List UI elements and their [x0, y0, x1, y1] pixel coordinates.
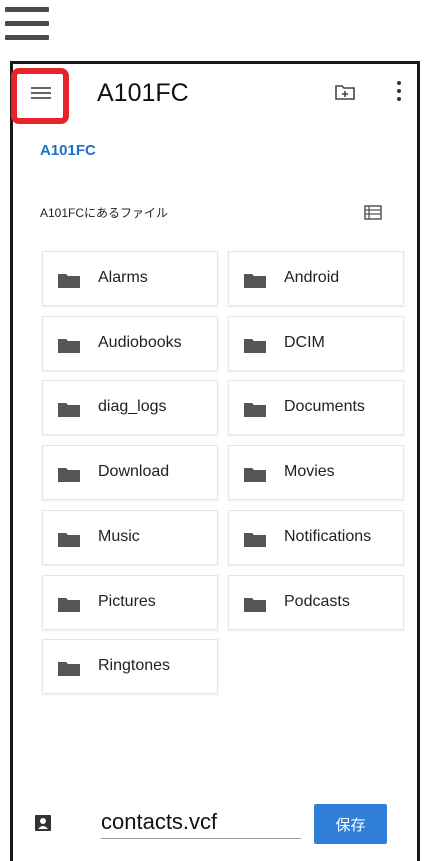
folder-icon	[58, 532, 80, 547]
folder-item[interactable]: Notifications	[228, 509, 404, 565]
folder-icon	[58, 274, 80, 288]
contact-icon	[35, 815, 51, 831]
folder-icon	[58, 338, 80, 353]
folder-label: Audiobooks	[98, 333, 182, 351]
more-vert-icon[interactable]	[396, 79, 402, 103]
folder-icon	[244, 597, 266, 612]
folder-label: Notifications	[284, 527, 372, 545]
folder-label: Documents	[284, 398, 365, 416]
folder-item[interactable]: Movies	[228, 445, 404, 501]
folder-item[interactable]: diag_logs	[42, 380, 218, 436]
folder-label: Pictures	[98, 592, 156, 610]
folder-label: Ringtones	[98, 657, 171, 675]
folder-icon	[58, 597, 80, 612]
folder-icon	[58, 468, 80, 483]
new-folder-icon[interactable]	[335, 84, 355, 100]
folder-item[interactable]: Download	[42, 445, 218, 501]
folder-icon	[244, 274, 266, 288]
save-bar: contacts.vcf 保存	[13, 799, 417, 851]
page-title: A101FC	[97, 79, 189, 107]
folder-label: DCIM	[284, 333, 325, 351]
folder-item[interactable]: Ringtones	[42, 639, 218, 695]
list-view-icon[interactable]	[364, 205, 382, 220]
filename-input[interactable]: contacts.vcf	[101, 809, 301, 839]
folder-item[interactable]: Music	[42, 509, 218, 565]
folder-label: Movies	[284, 463, 335, 481]
breadcrumb[interactable]: A101FC	[40, 142, 96, 159]
hamburger-icon	[5, 7, 49, 41]
folder-label: diag_logs	[98, 398, 167, 416]
phone-screen: A101FC A101FC A101FCにあるファイル Alarms Androi…	[10, 61, 420, 861]
folder-item[interactable]: Alarms	[42, 251, 218, 306]
folder-icon	[244, 532, 266, 547]
folder-item[interactable]: Audiobooks	[42, 315, 218, 371]
folder-icon	[244, 468, 266, 483]
section-title: A101FCにあるファイル	[40, 206, 169, 220]
save-button[interactable]: 保存	[314, 804, 387, 844]
folder-label: Alarms	[98, 269, 148, 286]
folder-item[interactable]: Pictures	[42, 574, 218, 630]
folder-item[interactable]: Documents	[228, 380, 404, 436]
folder-item[interactable]: Podcasts	[228, 574, 404, 630]
app-bar: A101FC	[11, 64, 417, 127]
folder-label: Music	[98, 527, 140, 545]
menu-icon[interactable]	[31, 82, 53, 104]
folder-label: Download	[98, 463, 170, 481]
folder-label: Android	[284, 269, 340, 286]
folder-icon	[58, 662, 80, 677]
folder-label: Podcasts	[284, 592, 350, 610]
folder-icon	[244, 403, 266, 418]
folder-item[interactable]: DCIM	[228, 315, 404, 371]
folder-icon	[244, 338, 266, 353]
folder-item[interactable]: Android	[228, 251, 404, 306]
folder-icon	[58, 403, 80, 418]
